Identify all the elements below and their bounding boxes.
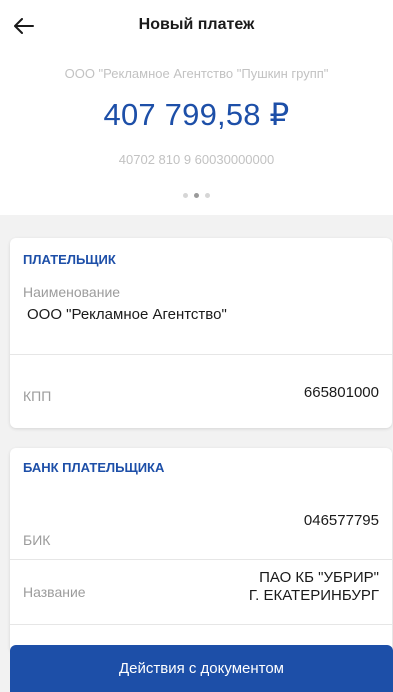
back-button[interactable] [4, 6, 44, 46]
divider [10, 354, 392, 355]
bank-name-value: ПАО КБ "УБРИР" Г. ЕКАТЕРИНБУРГ [249, 569, 379, 605]
bank-name-line2: Г. ЕКАТЕРИНБУРГ [248, 587, 379, 604]
payment-summary[interactable]: ООО "Рекламное Агентство "Пушкин групп" … [0, 50, 393, 215]
bank-name-label: Название [23, 584, 86, 600]
account-number: 40702 810 9 60030000000 [118, 152, 275, 167]
payer-name-label: Наименование [23, 284, 121, 300]
page-dot [205, 193, 210, 198]
payer-section-title: ПЛАТЕЛЬЩИК [23, 252, 116, 267]
divider [10, 624, 392, 625]
page-title: Новый платеж [138, 16, 255, 33]
payer-bank-card: БАНК ПЛАТЕЛЬЩИКА БИК 046577795 Название … [10, 448, 392, 653]
payer-name-value: ООО "Рекламное Агентство" [27, 306, 227, 323]
page-dot [183, 193, 188, 198]
document-actions-button[interactable]: Действия с документом [10, 645, 393, 692]
page-dot-active [194, 193, 199, 198]
kpp-label: КПП [23, 388, 52, 404]
page-indicator [0, 193, 393, 198]
payer-bank-section-title: БАНК ПЛАТЕЛЬЩИКА [23, 460, 165, 475]
arrow-left-icon [14, 18, 34, 34]
bik-value: 046577795 [303, 512, 379, 529]
payment-amount: 407 799,58 ₽ [103, 97, 290, 132]
payer-card: ПЛАТЕЛЬЩИК Наименование ООО "Рекламное А… [10, 238, 392, 428]
divider [10, 559, 392, 560]
bik-label: БИК [23, 532, 51, 548]
kpp-value: 665801000 [303, 384, 379, 401]
app-header: Новый платеж [0, 0, 393, 50]
bank-name-line1: ПАО КБ "УБРИР" [259, 569, 379, 586]
recipient-name: ООО "Рекламное Агентство "Пушкин групп" [64, 66, 329, 81]
